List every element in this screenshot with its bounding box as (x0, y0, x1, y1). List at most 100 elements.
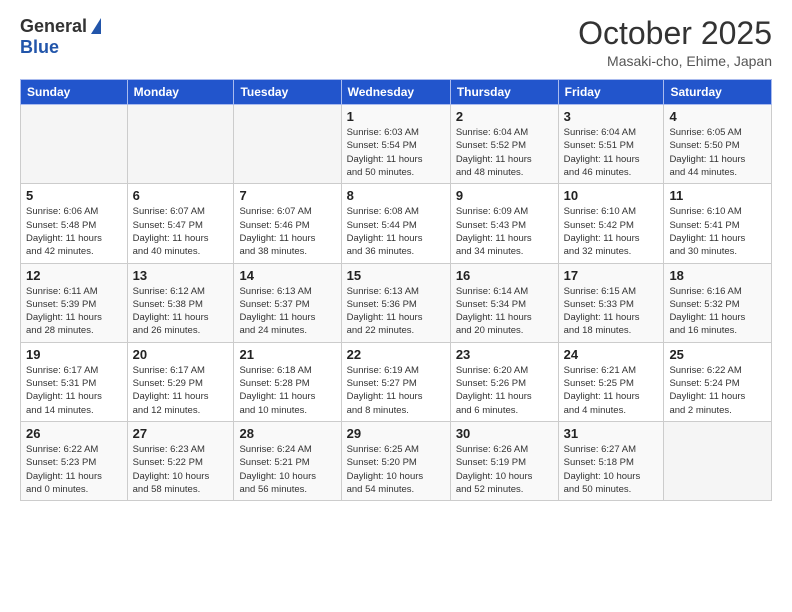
day-info: Sunrise: 6:15 AM Sunset: 5:33 PM Dayligh… (564, 285, 659, 338)
day-info: Sunrise: 6:22 AM Sunset: 5:24 PM Dayligh… (669, 364, 766, 417)
calendar-cell: 31 Sunrise: 6:27 AM Sunset: 5:18 PM Dayli… (558, 421, 664, 500)
day-number: 28 (239, 426, 335, 441)
day-info: Sunrise: 6:21 AM Sunset: 5:25 PM Dayligh… (564, 364, 659, 417)
calendar-cell: 21 Sunrise: 6:18 AM Sunset: 5:28 PM Dayli… (234, 342, 341, 421)
day-number: 2 (456, 109, 553, 124)
day-info: Sunrise: 6:19 AM Sunset: 5:27 PM Dayligh… (347, 364, 445, 417)
calendar-week-row: 5Sunrise: 6:06 AM Sunset: 5:48 PM Daylig… (21, 184, 772, 263)
calendar-cell: 20Sunrise: 6:17 AM Sunset: 5:29 PM Dayli… (127, 342, 234, 421)
calendar-table: SundayMondayTuesdayWednesdayThursdayFrid… (20, 79, 772, 501)
day-number: 3 (564, 109, 659, 124)
day-number: 21 (239, 347, 335, 362)
calendar-cell: 15 Sunrise: 6:13 AM Sunset: 5:36 PM Dayli… (341, 263, 450, 342)
day-info: Sunrise: 6:24 AM Sunset: 5:21 PM Dayligh… (239, 443, 335, 496)
calendar-cell: 17 Sunrise: 6:15 AM Sunset: 5:33 PM Dayli… (558, 263, 664, 342)
day-info: Sunrise: 6:17 AM Sunset: 5:31 PM Dayligh… (26, 364, 122, 417)
calendar-cell: 7Sunrise: 6:07 AM Sunset: 5:46 PM Daylig… (234, 184, 341, 263)
calendar-cell: 11Sunrise: 6:10 AM Sunset: 5:41 PM Dayli… (664, 184, 772, 263)
header: General Blue October 2025 Masaki-cho, Eh… (20, 16, 772, 69)
day-number: 17 (564, 268, 659, 283)
day-info: Sunrise: 6:03 AM Sunset: 5:54 PM Dayligh… (347, 126, 445, 179)
day-info: Sunrise: 6:06 AM Sunset: 5:48 PM Dayligh… (26, 205, 122, 258)
day-number: 26 (26, 426, 122, 441)
calendar-cell: 25Sunrise: 6:22 AM Sunset: 5:24 PM Dayli… (664, 342, 772, 421)
calendar-cell: 13 Sunrise: 6:12 AM Sunset: 5:38 PM Dayli… (127, 263, 234, 342)
weekday-header-tuesday: Tuesday (234, 80, 341, 105)
calendar-week-row: 1 Sunrise: 6:03 AM Sunset: 5:54 PM Daylig… (21, 105, 772, 184)
calendar-cell: 30 Sunrise: 6:26 AM Sunset: 5:19 PM Dayli… (450, 421, 558, 500)
day-number: 16 (456, 268, 553, 283)
day-info: Sunrise: 6:13 AM Sunset: 5:36 PM Dayligh… (347, 285, 445, 338)
day-info: Sunrise: 6:04 AM Sunset: 5:52 PM Dayligh… (456, 126, 553, 179)
calendar-cell: 22 Sunrise: 6:19 AM Sunset: 5:27 PM Dayli… (341, 342, 450, 421)
calendar-cell (127, 105, 234, 184)
day-info: Sunrise: 6:10 AM Sunset: 5:42 PM Dayligh… (564, 205, 659, 258)
day-number: 27 (133, 426, 229, 441)
day-info: Sunrise: 6:22 AM Sunset: 5:23 PM Dayligh… (26, 443, 122, 496)
weekday-header-monday: Monday (127, 80, 234, 105)
logo-blue-text: Blue (20, 37, 59, 58)
day-number: 24 (564, 347, 659, 362)
calendar-cell (234, 105, 341, 184)
day-number: 12 (26, 268, 122, 283)
day-info: Sunrise: 6:17 AM Sunset: 5:29 PM Dayligh… (133, 364, 229, 417)
day-info: Sunrise: 6:12 AM Sunset: 5:38 PM Dayligh… (133, 285, 229, 338)
day-info: Sunrise: 6:20 AM Sunset: 5:26 PM Dayligh… (456, 364, 553, 417)
calendar-cell: 1 Sunrise: 6:03 AM Sunset: 5:54 PM Daylig… (341, 105, 450, 184)
calendar-cell: 23 Sunrise: 6:20 AM Sunset: 5:26 PM Dayli… (450, 342, 558, 421)
day-number: 31 (564, 426, 659, 441)
day-info: Sunrise: 6:08 AM Sunset: 5:44 PM Dayligh… (347, 205, 445, 258)
calendar-cell: 27 Sunrise: 6:23 AM Sunset: 5:22 PM Dayli… (127, 421, 234, 500)
weekday-header-saturday: Saturday (664, 80, 772, 105)
calendar-cell: 12Sunrise: 6:11 AM Sunset: 5:39 PM Dayli… (21, 263, 128, 342)
day-number: 1 (347, 109, 445, 124)
day-info: Sunrise: 6:23 AM Sunset: 5:22 PM Dayligh… (133, 443, 229, 496)
header-right: October 2025 Masaki-cho, Ehime, Japan (578, 16, 772, 69)
day-number: 10 (564, 188, 659, 203)
day-number: 4 (669, 109, 766, 124)
day-info: Sunrise: 6:14 AM Sunset: 5:34 PM Dayligh… (456, 285, 553, 338)
day-number: 15 (347, 268, 445, 283)
calendar-cell (664, 421, 772, 500)
calendar-cell: 19Sunrise: 6:17 AM Sunset: 5:31 PM Dayli… (21, 342, 128, 421)
calendar-cell: 10 Sunrise: 6:10 AM Sunset: 5:42 PM Dayli… (558, 184, 664, 263)
calendar-cell: 26 Sunrise: 6:22 AM Sunset: 5:23 PM Dayli… (21, 421, 128, 500)
day-info: Sunrise: 6:26 AM Sunset: 5:19 PM Dayligh… (456, 443, 553, 496)
calendar-cell: 29Sunrise: 6:25 AM Sunset: 5:20 PM Dayli… (341, 421, 450, 500)
day-info: Sunrise: 6:18 AM Sunset: 5:28 PM Dayligh… (239, 364, 335, 417)
calendar-cell: 18 Sunrise: 6:16 AM Sunset: 5:32 PM Dayli… (664, 263, 772, 342)
day-info: Sunrise: 6:04 AM Sunset: 5:51 PM Dayligh… (564, 126, 659, 179)
weekday-header-row: SundayMondayTuesdayWednesdayThursdayFrid… (21, 80, 772, 105)
calendar-cell: 5Sunrise: 6:06 AM Sunset: 5:48 PM Daylig… (21, 184, 128, 263)
calendar-cell: 3 Sunrise: 6:04 AM Sunset: 5:51 PM Daylig… (558, 105, 664, 184)
day-number: 11 (669, 188, 766, 203)
day-number: 23 (456, 347, 553, 362)
day-info: Sunrise: 6:25 AM Sunset: 5:20 PM Dayligh… (347, 443, 445, 496)
calendar-cell (21, 105, 128, 184)
day-info: Sunrise: 6:27 AM Sunset: 5:18 PM Dayligh… (564, 443, 659, 496)
logo: General Blue (20, 16, 101, 58)
logo-triangle-icon (91, 18, 101, 34)
calendar-week-row: 12Sunrise: 6:11 AM Sunset: 5:39 PM Dayli… (21, 263, 772, 342)
calendar-cell: 8Sunrise: 6:08 AM Sunset: 5:44 PM Daylig… (341, 184, 450, 263)
weekday-header-friday: Friday (558, 80, 664, 105)
day-info: Sunrise: 6:16 AM Sunset: 5:32 PM Dayligh… (669, 285, 766, 338)
calendar-cell: 6Sunrise: 6:07 AM Sunset: 5:47 PM Daylig… (127, 184, 234, 263)
weekday-header-sunday: Sunday (21, 80, 128, 105)
weekday-header-thursday: Thursday (450, 80, 558, 105)
weekday-header-wednesday: Wednesday (341, 80, 450, 105)
calendar-cell: 16 Sunrise: 6:14 AM Sunset: 5:34 PM Dayli… (450, 263, 558, 342)
day-number: 30 (456, 426, 553, 441)
calendar-cell: 24 Sunrise: 6:21 AM Sunset: 5:25 PM Dayli… (558, 342, 664, 421)
day-info: Sunrise: 6:07 AM Sunset: 5:47 PM Dayligh… (133, 205, 229, 258)
logo-general-text: General (20, 16, 87, 37)
calendar-cell: 28 Sunrise: 6:24 AM Sunset: 5:21 PM Dayli… (234, 421, 341, 500)
day-number: 14 (239, 268, 335, 283)
day-number: 22 (347, 347, 445, 362)
day-info: Sunrise: 6:05 AM Sunset: 5:50 PM Dayligh… (669, 126, 766, 179)
calendar-week-row: 19Sunrise: 6:17 AM Sunset: 5:31 PM Dayli… (21, 342, 772, 421)
day-number: 13 (133, 268, 229, 283)
calendar-cell: 4 Sunrise: 6:05 AM Sunset: 5:50 PM Daylig… (664, 105, 772, 184)
day-number: 18 (669, 268, 766, 283)
location: Masaki-cho, Ehime, Japan (578, 53, 772, 69)
